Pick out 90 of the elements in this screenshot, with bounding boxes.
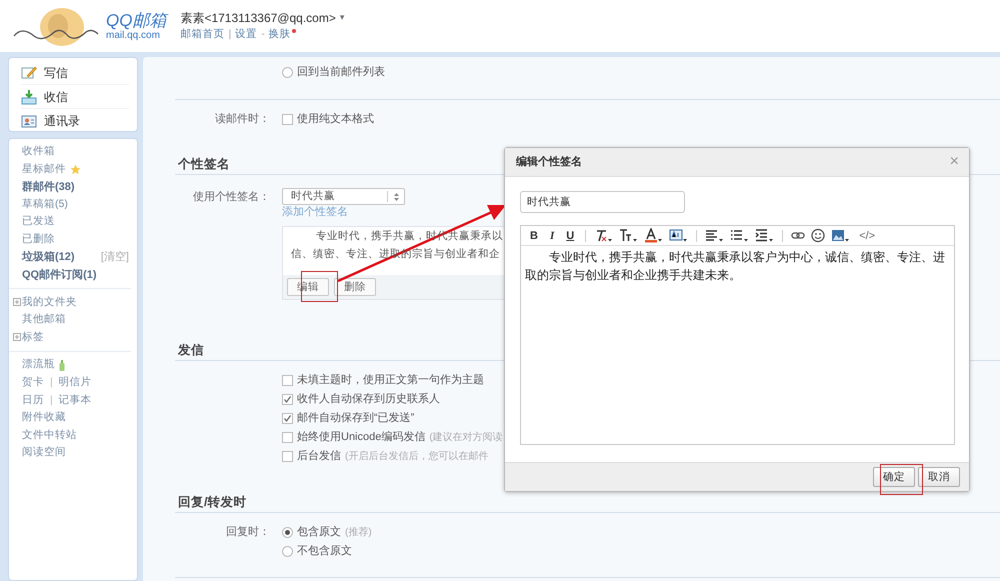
smiley-icon[interactable] [811,228,826,243]
download-tray-icon [21,88,37,104]
toolbar-button[interactable]: B [530,228,538,242]
folder-link[interactable]: 已发送 [22,214,55,230]
signature-button[interactable]: 删除 [334,278,376,296]
option-label: 邮件自动保存到“已发送” [297,411,414,426]
checkbox[interactable] [282,394,293,405]
header-link[interactable]: 邮箱首页 [180,27,224,43]
list-icon[interactable] [730,228,750,243]
signature-name-field[interactable]: 时代共赢 [520,191,685,213]
option-hint: (开启后台发信后，您可以在邮件 [345,450,488,464]
folder-link[interactable]: 贺卡 [22,375,44,391]
align-icon[interactable] [705,228,724,243]
option-label: 回到当前邮件列表 [297,65,385,80]
confirm-button[interactable]: 确定 [873,467,915,487]
close-button[interactable]: × [950,154,959,170]
pencil-icon [21,64,37,80]
checkbox[interactable] [282,413,293,424]
clear-link[interactable]: [清空] [100,249,129,266]
folder-link[interactable]: 已删除 [22,232,55,248]
header-link[interactable]: 设置 [235,27,258,43]
checkbox[interactable] [282,451,293,462]
toolbar-button[interactable]: </> [859,228,876,242]
font-size-icon[interactable] [619,228,638,243]
logo-domain: mail.qq.com [106,30,161,40]
folder-link[interactable]: 记事本 [58,392,92,408]
sidebar-action-label: 收信 [44,88,68,106]
option-label: 收件人自动保存到历史联系人 [297,392,440,408]
cancel-button[interactable]: 取消 [918,467,960,487]
option-hint: (建议在对方阅读 [429,430,503,445]
checkbox[interactable] [282,375,293,386]
logo-title: QQ邮箱 [106,12,166,30]
folder-link[interactable]: 日历 [22,392,44,408]
section-heading: 回复/转发时 [175,493,1000,513]
font-color-icon[interactable] [644,228,664,243]
folder-link[interactable]: 标签 [22,330,44,346]
star-icon [70,164,81,175]
dialog-title: 编辑个性签名 [516,154,582,170]
toolbar-button[interactable]: I [550,228,554,242]
account-caret[interactable]: ▾ [340,11,344,25]
setting-label: 使用个性签名： [193,191,270,203]
folder-link[interactable]: 垃圾箱(12) [22,249,75,266]
toolbar-button[interactable]: U [566,228,574,242]
dropdown-arrows-icon [394,192,398,200]
folder-link[interactable]: 其他邮箱 [22,312,66,328]
account-name: 素素<1713113367@qq.com> [180,10,336,28]
folder-link[interactable]: 阅读空间 [22,445,66,462]
folder-link[interactable]: 我的文件夹 [22,294,77,310]
folder-link[interactable]: 漂流瓶 [22,357,55,374]
sidebar-action-label: 通讯录 [44,113,80,130]
radio-button[interactable] [282,546,293,557]
option-label: 后台发信 [297,449,341,464]
signature-select[interactable]: 时代共赢 [282,188,405,205]
indent-icon[interactable] [755,228,774,243]
folder-link[interactable]: 收件箱 [22,144,55,160]
folder-link[interactable]: 草稿箱(5) [22,196,68,212]
sidebar-action-label: 写信 [44,64,68,82]
image-icon[interactable] [831,228,850,243]
separator: | [228,27,232,42]
folder-link[interactable]: 星标邮件 [22,162,66,178]
option-hint: (推荐) [345,526,372,540]
checkbox[interactable] [282,114,293,125]
option-label: 使用纯文本格式 [297,112,374,128]
signature-content: 专业时代，携手共赢，时代共赢秉承以客户为中心，诚信、缜密、专注、进取的宗旨与创业者和企业携手共建未来。 [524,249,946,284]
folder-link[interactable]: QQ邮件订阅(1) [22,266,97,284]
radio-button[interactable] [282,527,293,538]
contact-card-icon [21,113,37,129]
separator: | [50,392,53,408]
header-link[interactable]: 换肤 [268,27,291,43]
option-label: 始终使用Unicode编码发信 [297,430,426,446]
option-label: 不包含原文 [297,544,352,560]
folder-link[interactable]: 附件收藏 [22,410,66,426]
sidebar-action[interactable]: 通讯录 [21,109,129,133]
clear-format-icon[interactable] [594,228,614,243]
highlight-frame [880,464,923,495]
folder-link[interactable]: 文件中转站 [22,428,77,444]
folder-link[interactable]: 群邮件(38) [22,178,75,196]
option-label: 未填主题时，使用正文第一句作为主题 [297,372,484,388]
setting-label: 回复时： [226,526,270,538]
highlight-icon[interactable] [669,228,688,243]
folder-link[interactable]: 明信片 [58,375,92,391]
bottle-icon [59,360,65,371]
sidebar-action[interactable]: 收信 [21,85,129,109]
option-label: 包含原文 [297,524,341,540]
checkbox[interactable] [282,432,293,443]
radio-button[interactable] [282,67,293,78]
separator: - [261,27,265,42]
separator: | [50,375,53,390]
setting-label: 读邮件时： [215,113,270,125]
sidebar-action[interactable]: 写信 [21,61,129,85]
